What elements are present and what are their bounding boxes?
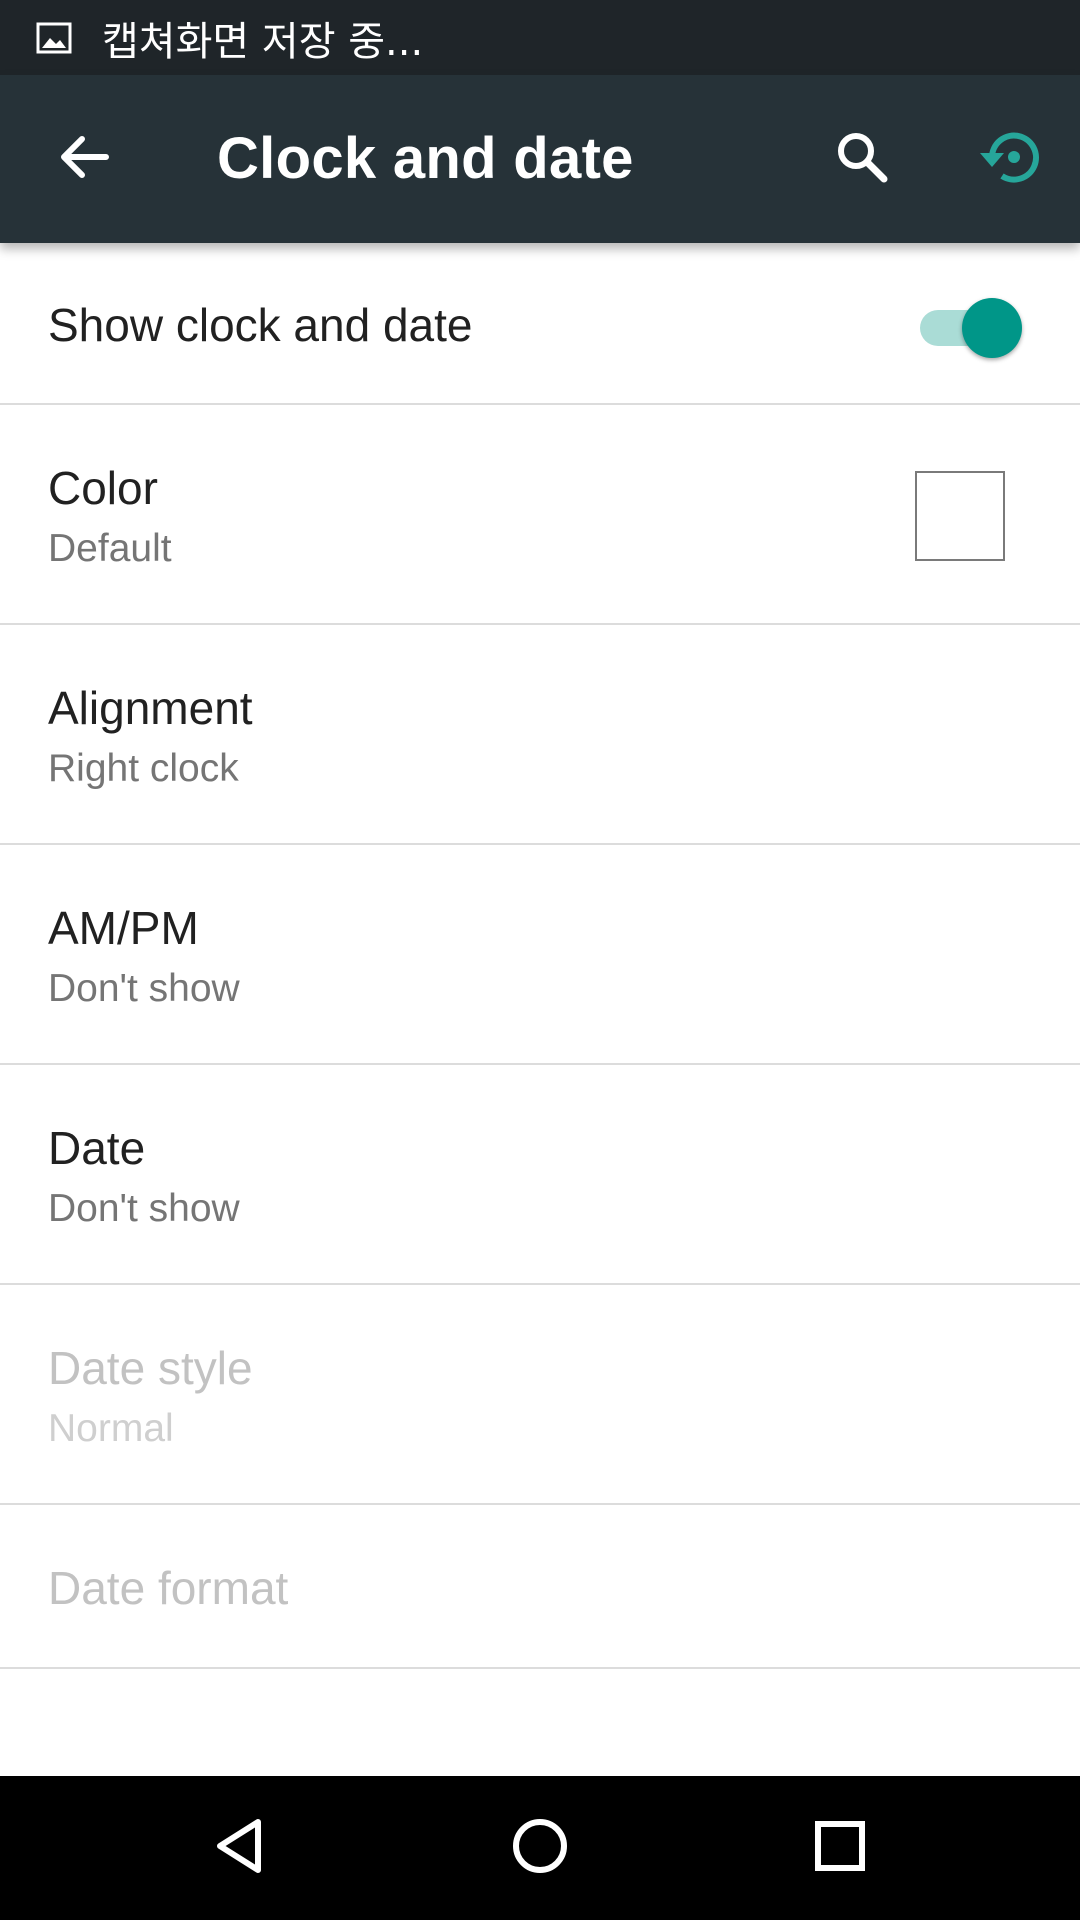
nav-back-triangle-icon [208, 1814, 272, 1883]
status-bar: 캡쳐화면 저장 중... [0, 0, 1080, 75]
search-button[interactable] [822, 119, 902, 199]
nav-home-button[interactable] [490, 1798, 590, 1898]
setting-summary: Don't show [48, 967, 240, 1010]
setting-date-format: Date format [0, 1505, 1080, 1669]
setting-title: Color [48, 462, 158, 514]
show-clock-toggle[interactable] [920, 297, 1024, 358]
nav-recents-button[interactable] [790, 1798, 890, 1898]
nav-recents-square-icon [808, 1814, 872, 1883]
setting-title: Date format [48, 1562, 289, 1614]
back-button[interactable] [44, 119, 124, 199]
settings-list: Show clock and date Color Default Alignm… [0, 243, 1080, 1669]
color-swatch [915, 471, 1005, 561]
setting-alignment[interactable]: Alignment Right clock [0, 625, 1080, 845]
arrow-back-icon [58, 131, 110, 188]
setting-show-clock-and-date[interactable]: Show clock and date [0, 243, 1080, 405]
setting-title: Date style [48, 1342, 253, 1394]
image-icon [36, 20, 72, 56]
setting-am-pm[interactable]: AM/PM Don't show [0, 845, 1080, 1065]
setting-summary: Default [48, 527, 172, 570]
setting-title: Show clock and date [48, 299, 473, 351]
nav-back-button[interactable] [190, 1798, 290, 1898]
setting-summary: Normal [48, 1407, 174, 1450]
restore-icon [976, 121, 1048, 198]
page-title: Clock and date [217, 126, 634, 191]
reset-defaults-button[interactable] [966, 113, 1058, 205]
setting-title: AM/PM [48, 902, 199, 954]
setting-summary: Don't show [48, 1187, 240, 1230]
nav-home-circle-icon [508, 1814, 572, 1883]
setting-title: Alignment [48, 682, 253, 734]
setting-summary: Right clock [48, 747, 239, 790]
setting-title: Date [48, 1122, 146, 1174]
setting-date[interactable]: Date Don't show [0, 1065, 1080, 1285]
navigation-bar [0, 1776, 1080, 1920]
search-icon [834, 129, 890, 190]
app-toolbar: Clock and date [0, 75, 1080, 243]
status-notification-text: 캡쳐화면 저장 중... [102, 18, 424, 65]
setting-date-style: Date style Normal [0, 1285, 1080, 1505]
setting-color[interactable]: Color Default [0, 405, 1080, 625]
toggle-thumb [962, 298, 1022, 358]
